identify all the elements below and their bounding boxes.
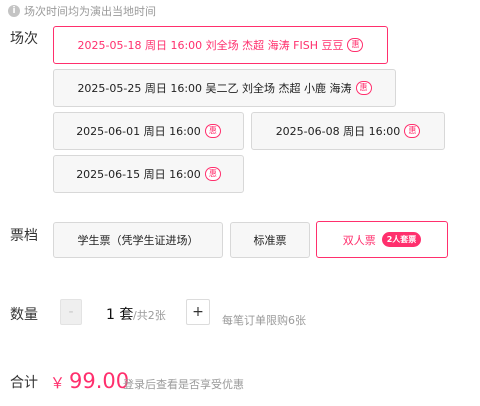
quantity-unit: 套 xyxy=(119,307,134,323)
quantity-label: 数量 xyxy=(10,307,38,323)
tier-option-pair[interactable]: 双人票 2人套票 xyxy=(316,221,448,258)
discount-icon: 惠 xyxy=(355,81,372,95)
discount-icon: 惠 xyxy=(204,167,221,181)
discount-icon: 惠 xyxy=(404,124,421,138)
tier-option-text: 标准票 xyxy=(253,234,287,247)
tier-option-standard[interactable]: 标准票 xyxy=(230,222,310,258)
session-option-0525[interactable]: 2025-05-25 周日 16:00 吴二乙 刘全场 杰超 小鹿 海涛 惠 xyxy=(53,69,396,107)
session-option-text: 2025-05-18 周日 16:00 刘全场 杰超 海涛 FISH 豆豆 xyxy=(77,39,344,52)
purchase-limit-note: 每笔订单限购6张 xyxy=(222,314,306,327)
session-option-text: 2025-05-25 周日 16:00 吴二乙 刘全场 杰超 小鹿 海涛 xyxy=(77,82,352,95)
promo-badge: 2人套票 xyxy=(381,232,422,247)
session-option-text: 2025-06-08 周日 16:00 xyxy=(275,125,401,138)
discount-icon: 惠 xyxy=(347,38,364,52)
tier-option-student[interactable]: 学生票（凭学生证进场） xyxy=(53,222,223,258)
session-option-0608[interactable]: 2025-06-08 周日 16:00 惠 xyxy=(251,112,445,150)
tier-option-text: 双人票 xyxy=(342,233,376,247)
total-price: ￥ 99.00 xyxy=(50,369,129,393)
total-label: 合计 xyxy=(10,375,38,391)
info-icon: i xyxy=(8,5,20,17)
ticket-tier-label: 票档 xyxy=(10,228,38,244)
session-label: 场次 xyxy=(10,31,38,47)
session-option-0615[interactable]: 2025-06-15 周日 16:00 惠 xyxy=(53,155,244,193)
login-discount-hint: 登录后查看是否享受优惠 xyxy=(123,378,244,391)
tier-option-text: 学生票（凭学生证进场） xyxy=(77,234,199,247)
session-option-text: 2025-06-15 周日 16:00 xyxy=(76,168,201,181)
quantity-number: 1 xyxy=(106,307,115,323)
price-amount: 99.00 xyxy=(69,369,130,393)
session-option-text: 2025-06-01 周日 16:00 xyxy=(76,125,201,138)
timezone-notice-text: 场次时间均为演出当地时间 xyxy=(24,5,156,18)
quantity-value: 1 套 xyxy=(106,304,133,324)
session-option-0601[interactable]: 2025-06-01 周日 16:00 惠 xyxy=(53,112,244,150)
quantity-total-tickets: /共2张 xyxy=(133,309,166,322)
quantity-decrease-button[interactable]: - xyxy=(60,299,82,325)
discount-icon: 惠 xyxy=(204,124,221,138)
currency-symbol: ￥ xyxy=(50,374,66,392)
quantity-increase-button[interactable]: + xyxy=(186,299,210,325)
timezone-notice: i 场次时间均为演出当地时间 xyxy=(8,3,156,19)
session-option-0520518[interactable]: 2025-05-18 周日 16:00 刘全场 杰超 海涛 FISH 豆豆 惠 xyxy=(53,26,388,64)
